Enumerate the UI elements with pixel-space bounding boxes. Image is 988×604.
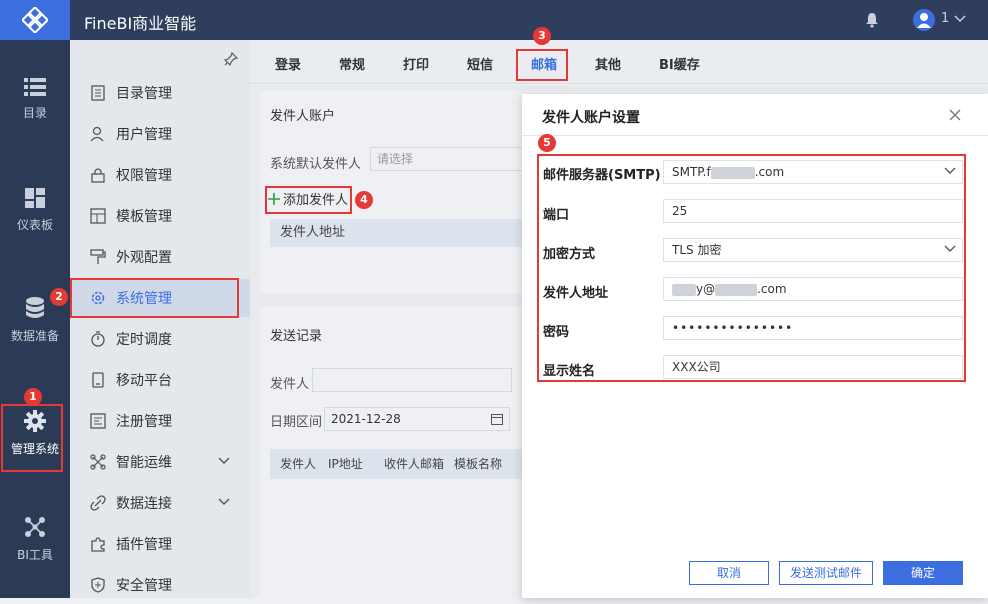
menu-label: 安全管理 <box>116 578 172 594</box>
sender-address-header: 发件人地址 <box>270 219 540 247</box>
rail-item-dashboard[interactable]: 仪表板 <box>0 188 70 233</box>
calendar-icon[interactable] <box>491 413 503 425</box>
menu-item-schedule[interactable]: 定时调度 <box>70 320 250 358</box>
dialog-header: 发件人账户设置 <box>522 94 988 136</box>
annotation-badge: 4 <box>355 191 373 209</box>
menu-label: 用户管理 <box>116 127 172 143</box>
admin-menu: 目录管理 用户管理 权限管理 模板管理 外观配置 系统管理 定时调度 移动平台 … <box>70 40 250 598</box>
menu-item-plugins[interactable]: 插件管理 <box>70 525 250 563</box>
send-test-email-button[interactable]: 发送测试邮件 <box>779 561 873 585</box>
rail-label: BI工具 <box>17 548 53 562</box>
menu-label: 模板管理 <box>116 209 172 225</box>
avatar[interactable] <box>913 9 935 31</box>
cancel-button[interactable]: 取消 <box>689 561 769 585</box>
puzzle-icon <box>91 537 105 552</box>
menu-label: 目录管理 <box>116 86 172 102</box>
annotation-badge: 3 <box>533 27 551 45</box>
shield-icon <box>91 577 105 593</box>
column-header: 收件人邮箱 <box>384 457 445 471</box>
annotation-badge: 1 <box>24 388 42 406</box>
column-header: 发件人 <box>280 457 317 471</box>
menu-label: 智能运维 <box>116 455 172 471</box>
section-title: 发件人账户 <box>270 109 336 124</box>
annotation-badge: 2 <box>50 288 68 306</box>
nodes-icon <box>90 454 106 470</box>
list-icon <box>24 78 46 96</box>
database-icon <box>26 297 44 318</box>
menu-item-ops[interactable]: 智能运维 <box>70 443 250 481</box>
app-title: FineBI商业智能 <box>84 14 197 33</box>
paint-roller-icon <box>90 249 106 264</box>
sender-filter-label: 发件人 <box>270 377 310 392</box>
chevron-down-icon[interactable] <box>954 15 966 23</box>
menu-item-mobile[interactable]: 移动平台 <box>70 361 250 399</box>
app-logo[interactable] <box>0 0 70 40</box>
rail-label: 目录 <box>22 106 47 120</box>
menu-item-users[interactable]: 用户管理 <box>70 115 250 153</box>
annotation-badge: 5 <box>538 134 556 152</box>
confirm-button[interactable]: 确定 <box>883 561 963 585</box>
settings-tabs: 登录 常规 打印 短信 邮箱 其他 BI缓存 <box>250 40 988 84</box>
mobile-icon <box>92 372 104 388</box>
dialog-title: 发件人账户设置 <box>542 110 640 126</box>
date-value: 2021-12-28 <box>331 412 401 426</box>
annotation-box-add-sender <box>265 186 352 214</box>
chevron-down-icon <box>218 457 230 464</box>
logo-icon <box>22 7 48 33</box>
annotation-box-form <box>537 154 966 382</box>
annotation-box-system <box>70 278 239 318</box>
user-icon <box>917 13 931 28</box>
chevron-down-icon <box>218 498 230 505</box>
rail-item-bi-tools[interactable]: BI工具 <box>0 516 70 563</box>
column-header: IP地址 <box>328 457 363 471</box>
menu-label: 插件管理 <box>116 537 172 553</box>
lock-icon <box>91 168 105 183</box>
tab-other[interactable]: 其他 <box>595 54 621 73</box>
user-count: 1 <box>941 11 950 26</box>
menu-item-appearance[interactable]: 外观配置 <box>70 238 250 276</box>
nodes-icon <box>25 517 45 537</box>
send-log-header-row: 发件人 IP地址 收件人邮箱 模板名称 <box>270 449 540 479</box>
sender-filter-input[interactable] <box>312 368 512 392</box>
column-header: 模板名称 <box>454 457 503 471</box>
timer-icon <box>91 331 105 347</box>
default-sender-select[interactable]: 请选择 <box>370 147 530 171</box>
menu-label: 注册管理 <box>116 414 172 430</box>
tab-sms[interactable]: 短信 <box>467 54 493 73</box>
catalog-icon <box>91 85 105 101</box>
rail-label: 数据准备 <box>10 329 59 343</box>
pin-icon[interactable] <box>224 52 238 66</box>
tab-print[interactable]: 打印 <box>403 54 429 73</box>
annotation-box-admin <box>1 404 63 472</box>
menu-item-templates[interactable]: 模板管理 <box>70 197 250 235</box>
section-title: 发送记录 <box>270 329 323 344</box>
rail-label: 仪表板 <box>16 218 53 232</box>
tab-general[interactable]: 常规 <box>339 54 365 73</box>
default-sender-label: 系统默认发件人 <box>270 157 362 172</box>
close-icon[interactable] <box>949 109 961 121</box>
menu-label: 外观配置 <box>116 250 172 266</box>
menu-item-permissions[interactable]: 权限管理 <box>70 156 250 194</box>
date-range-label: 日期区间 <box>270 415 323 430</box>
menu-item-catalog[interactable]: 目录管理 <box>70 74 250 112</box>
template-icon <box>90 208 106 224</box>
rail-item-catalog[interactable]: 目录 <box>0 78 70 121</box>
menu-label: 权限管理 <box>116 168 172 184</box>
tab-bi-cache[interactable]: BI缓存 <box>659 54 700 73</box>
menu-label: 定时调度 <box>116 332 172 348</box>
link-icon <box>90 495 106 511</box>
dashboard-icon <box>25 188 45 208</box>
date-start-input[interactable]: 2021-12-28 <box>324 407 510 431</box>
menu-label: 数据连接 <box>116 496 172 512</box>
user-icon <box>90 126 104 142</box>
bell-icon[interactable] <box>865 12 879 28</box>
register-icon <box>90 413 106 429</box>
menu-item-connections[interactable]: 数据连接 <box>70 484 250 522</box>
menu-item-security[interactable]: 安全管理 <box>70 566 250 604</box>
annotation-box-email-tab <box>516 49 568 81</box>
menu-item-registration[interactable]: 注册管理 <box>70 402 250 440</box>
top-bar: FineBI商业智能 1 <box>70 0 988 40</box>
menu-label: 移动平台 <box>116 373 172 389</box>
tab-login[interactable]: 登录 <box>275 54 301 73</box>
